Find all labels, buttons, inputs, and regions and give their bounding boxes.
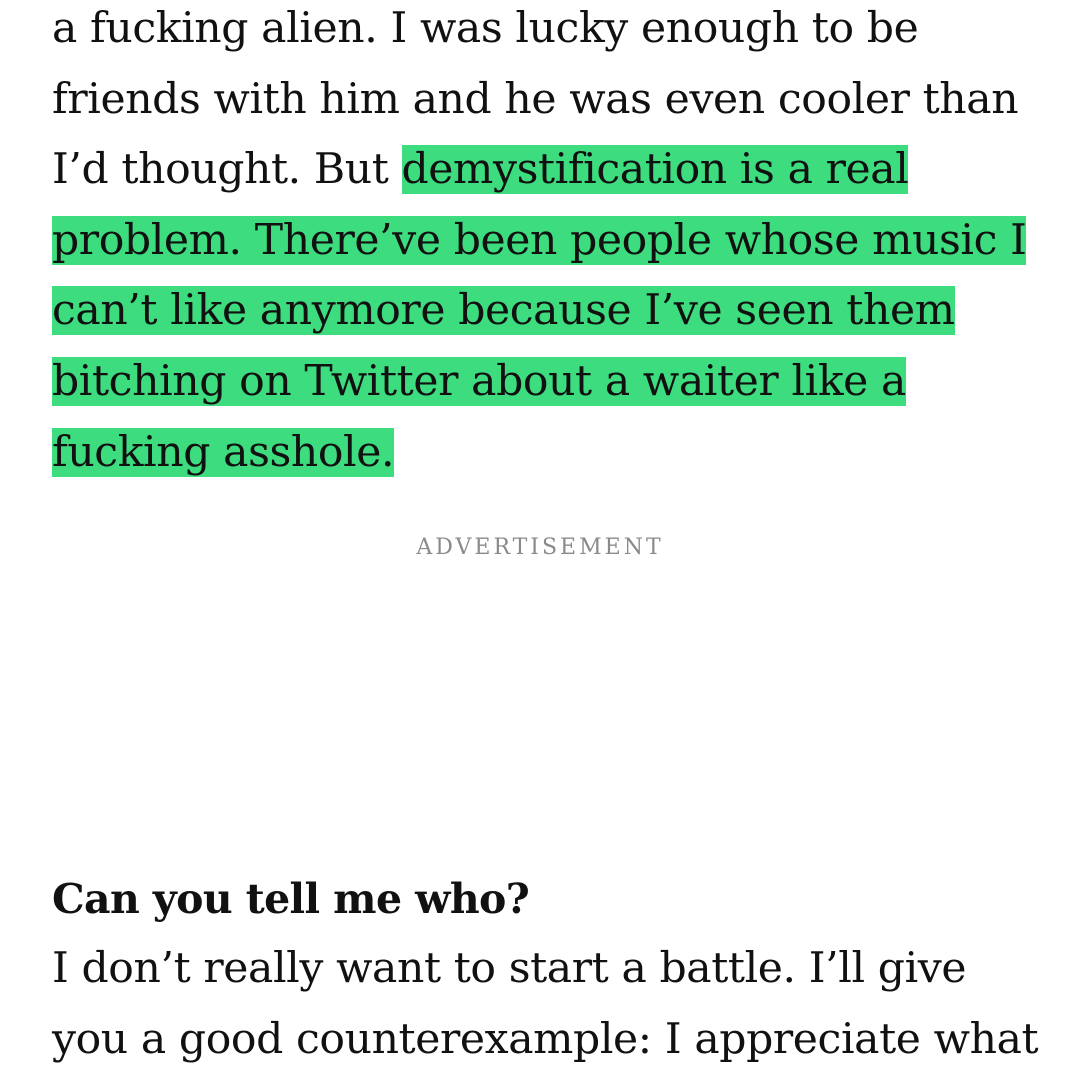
article-body: a fucking alien. I was lucky enough to b… bbox=[52, 0, 1042, 488]
highlighted-passage[interactable]: demystification is a real problem. There… bbox=[52, 145, 1027, 477]
article-paragraph: a fucking alien. I was lucky enough to b… bbox=[52, 0, 1042, 488]
interview-question: Can you tell me who? bbox=[52, 875, 530, 923]
interview-answer: I don’t really want to start a battle. I… bbox=[52, 944, 1039, 1064]
advertisement-label: ADVERTISEMENT bbox=[416, 535, 664, 560]
